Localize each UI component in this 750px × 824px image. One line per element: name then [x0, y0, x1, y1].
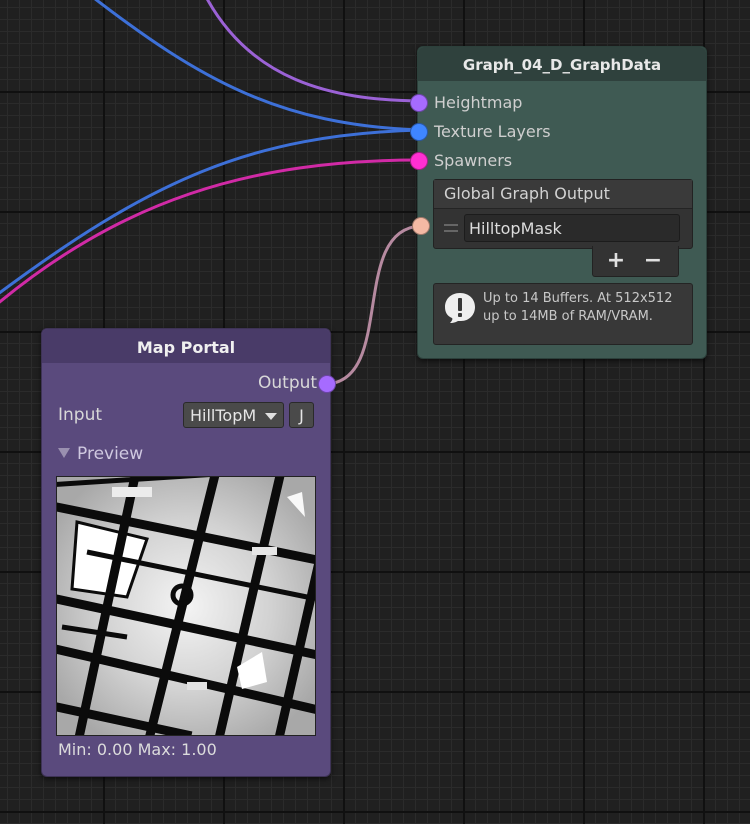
wire-texture-2 [0, 128, 421, 295]
port-hilltopmask-dot[interactable] [412, 217, 430, 235]
port-spawners-label: Spawners [434, 151, 513, 170]
input-select[interactable]: HillTopM [183, 402, 284, 428]
wire-heightmap [206, 0, 421, 103]
output-name-field[interactable]: HilltopMask [464, 214, 680, 242]
preview-foldout-label[interactable]: Preview [77, 444, 143, 464]
warning-icon [445, 293, 475, 323]
input-select-value: HillTopM [190, 406, 257, 425]
graph-output-node[interactable]: Graph_04_D_GraphData Heightmap Texture L… [410, 46, 707, 359]
j-button[interactable]: J [289, 402, 314, 428]
help-message: Up to 14 Buffers. At 512x512 up to 14MB … [483, 291, 673, 324]
port-texture-layers-label: Texture Layers [434, 122, 551, 141]
map-portal-node[interactable]: Map Portal Output Input HillTopM J Previ… [41, 328, 336, 777]
output-port-dot[interactable] [318, 375, 336, 393]
list-item[interactable]: HilltopMask [434, 212, 692, 246]
wire-texture-1 [94, 0, 421, 132]
preview-image [56, 476, 316, 736]
remove-button[interactable]: − [636, 248, 670, 274]
foldout-arrow-icon[interactable] [58, 448, 70, 458]
node-title: Map Portal [42, 329, 330, 363]
chevron-down-icon [265, 413, 277, 420]
input-label: Input [58, 405, 103, 425]
list-add-remove: + − [592, 246, 679, 277]
help-box: Up to 14 Buffers. At 512x512 up to 14MB … [433, 283, 693, 345]
global-graph-output-header: Global Graph Output [434, 180, 692, 209]
preview-range: Min: 0.00 Max: 1.00 [58, 740, 217, 759]
add-button[interactable]: + [599, 248, 633, 274]
port-texture-layers-dot[interactable] [410, 123, 428, 141]
drag-handle-icon[interactable] [444, 224, 458, 232]
global-graph-output-list: Global Graph Output HilltopMask [433, 179, 693, 249]
graph-canvas[interactable]: Graph_04_D_GraphData Heightmap Texture L… [0, 0, 750, 824]
port-heightmap-label: Heightmap [434, 93, 523, 112]
wire-spawners [0, 158, 421, 304]
wire-output [326, 224, 421, 386]
port-heightmap-dot[interactable] [410, 94, 428, 112]
port-spawners-dot[interactable] [410, 152, 428, 170]
output-port-label: Output [258, 373, 318, 393]
node-title: Graph_04_D_GraphData [418, 47, 706, 81]
